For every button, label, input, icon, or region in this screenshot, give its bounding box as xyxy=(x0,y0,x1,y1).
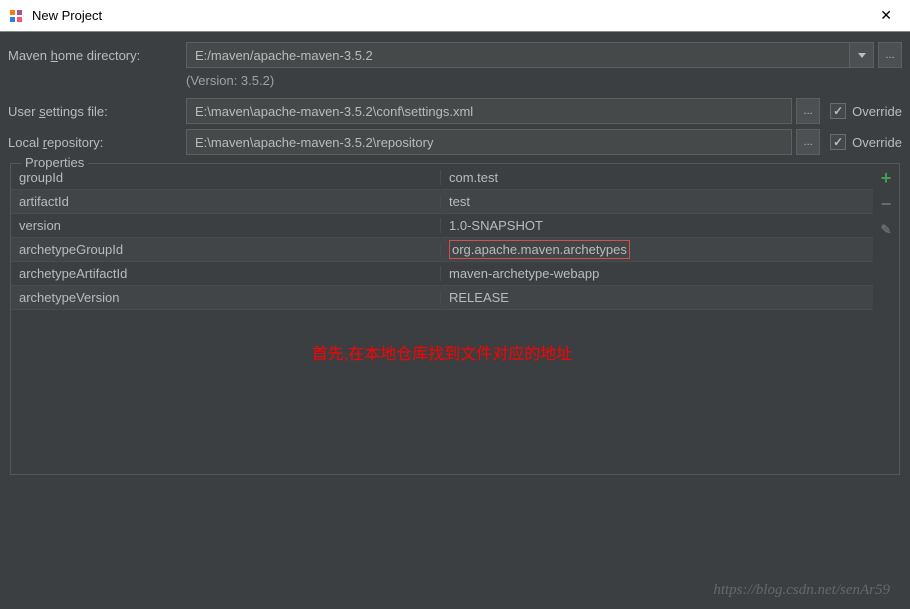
repo-override-checkbox[interactable]: Override xyxy=(830,134,902,150)
watermark: https://blog.csdn.net/senAr59 xyxy=(713,582,890,599)
prop-key: archetypeGroupId xyxy=(11,242,441,257)
properties-panel: Properties groupId com.test artifactId t… xyxy=(10,163,900,475)
maven-home-dropdown[interactable] xyxy=(850,42,874,68)
add-icon[interactable]: + xyxy=(878,170,894,186)
maven-home-label: Maven home directory: xyxy=(8,48,186,63)
prop-val: RELEASE xyxy=(441,290,873,305)
prop-key: archetypeVersion xyxy=(11,290,441,305)
prop-val: org.apache.maven.archetypes xyxy=(441,240,873,259)
close-button[interactable]: ✕ xyxy=(870,3,902,28)
prop-val: 1.0-SNAPSHOT xyxy=(441,218,873,233)
table-row[interactable]: version 1.0-SNAPSHOT xyxy=(11,214,873,238)
titlebar: New Project ✕ xyxy=(0,0,910,32)
dialog-body: Maven home directory: E:/maven/apache-ma… xyxy=(0,32,910,487)
app-icon xyxy=(8,8,24,24)
properties-table: groupId com.test artifactId test version… xyxy=(11,166,899,474)
settings-file-label: User settings file: xyxy=(8,104,186,119)
table-row[interactable]: archetypeGroupId org.apache.maven.archet… xyxy=(11,238,873,262)
properties-legend: Properties xyxy=(21,155,88,170)
prop-key: archetypeArtifactId xyxy=(11,266,441,281)
table-row[interactable]: groupId com.test xyxy=(11,166,873,190)
prop-key: artifactId xyxy=(11,194,441,209)
table-body: groupId com.test artifactId test version… xyxy=(11,166,873,474)
table-row[interactable]: archetypeArtifactId maven-archetype-weba… xyxy=(11,262,873,286)
highlighted-value: org.apache.maven.archetypes xyxy=(449,240,630,259)
maven-version-text: (Version: 3.5.2) xyxy=(186,73,902,88)
override-label: Override xyxy=(852,135,902,150)
table-row[interactable]: artifactId test xyxy=(11,190,873,214)
spacer xyxy=(11,394,873,474)
local-repo-label: Local repository: xyxy=(8,135,186,150)
table-actions: + − ✎ xyxy=(873,166,899,474)
settings-file-input[interactable]: E:\maven\apache-maven-3.5.2\conf\setting… xyxy=(186,98,792,124)
checkbox-icon xyxy=(830,134,846,150)
maven-home-input[interactable]: E:/maven/apache-maven-3.5.2 xyxy=(186,42,850,68)
table-row[interactable]: archetypeVersion RELEASE xyxy=(11,286,873,310)
prop-val: maven-archetype-webapp xyxy=(441,266,873,281)
window-title: New Project xyxy=(32,8,870,23)
checkbox-icon xyxy=(830,103,846,119)
maven-home-browse[interactable]: ... xyxy=(878,42,902,68)
settings-file-row: User settings file: E:\maven\apache-mave… xyxy=(8,98,902,124)
remove-icon[interactable]: − xyxy=(878,196,894,212)
prop-val: com.test xyxy=(441,170,873,185)
settings-file-browse[interactable]: ... xyxy=(796,98,820,124)
chevron-down-icon xyxy=(858,53,866,58)
annotation-text: 首先,在本地仓库找到文件对应的地址 xyxy=(11,310,873,394)
edit-icon[interactable]: ✎ xyxy=(878,222,894,238)
override-label: Override xyxy=(852,104,902,119)
maven-home-row: Maven home directory: E:/maven/apache-ma… xyxy=(8,42,902,68)
local-repo-browse[interactable]: ... xyxy=(796,129,820,155)
settings-override-checkbox[interactable]: Override xyxy=(830,103,902,119)
local-repo-row: Local repository: E:\maven\apache-maven-… xyxy=(8,129,902,155)
prop-val: test xyxy=(441,194,873,209)
prop-key: groupId xyxy=(11,170,441,185)
local-repo-input[interactable]: E:\maven\apache-maven-3.5.2\repository xyxy=(186,129,792,155)
prop-key: version xyxy=(11,218,441,233)
